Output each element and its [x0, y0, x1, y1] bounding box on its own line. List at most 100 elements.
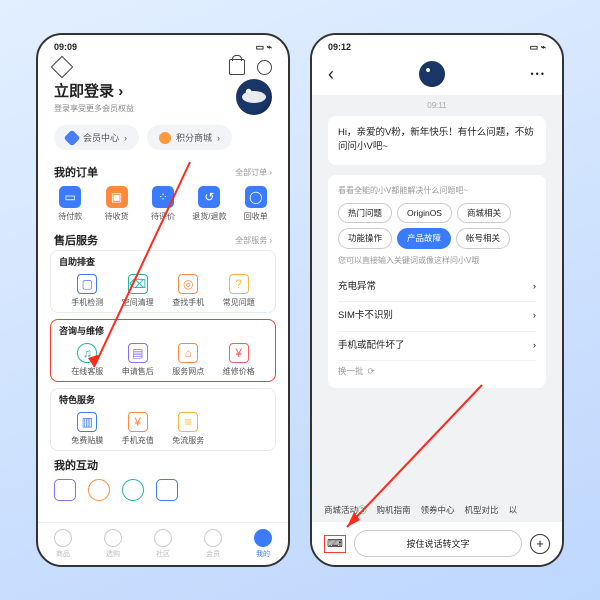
back-icon[interactable]: ‹ [328, 64, 334, 85]
box-icon: ▣ [106, 186, 128, 208]
tag-func[interactable]: 功能操作 [338, 228, 392, 249]
inter-1[interactable] [54, 479, 76, 501]
status-bar: 09:12 ▭ ⌁ [312, 35, 562, 53]
orders-title: 我的订单 [54, 164, 98, 180]
tag-mall[interactable]: 商城相关 [457, 203, 511, 224]
chat-header: ‹ ••• [312, 53, 562, 95]
grid-icon [104, 529, 122, 547]
svc-topup[interactable]: ¥手机充值 [114, 412, 163, 446]
section-inter: 我的互动 [38, 451, 288, 475]
phone-icon: ▢ [77, 274, 97, 294]
tab-me[interactable]: 我的 [238, 529, 288, 559]
voice-button[interactable]: 按住说话转文字 [354, 530, 522, 557]
status-right: ▭ ⌁ [530, 42, 546, 53]
tag-row: 热门问题 OriginOS 商城相关 功能操作 产品故障 帐号相关 [338, 203, 536, 250]
tab-buy[interactable]: 选购 [88, 529, 138, 559]
svc-faq[interactable]: ?常见问题 [215, 274, 264, 308]
topup-icon: ¥ [128, 412, 148, 432]
pill-points[interactable]: 积分商城› [147, 125, 232, 150]
location-icon: ⌂ [178, 343, 198, 363]
orders-more[interactable]: 全部订单 › [235, 167, 272, 178]
inter-2[interactable] [88, 479, 110, 501]
tab-shop[interactable]: 商品 [38, 529, 88, 559]
wallet-icon: ▭ [59, 186, 81, 208]
search-icon[interactable] [257, 60, 272, 75]
svc-apply[interactable]: ▤申请售后 [114, 343, 163, 377]
tab-member[interactable]: 会员 [188, 529, 238, 559]
chip-row: 商城活动② 购机指南 领券中心 机型对比 以 [312, 504, 562, 516]
chevron-right-icon: › [533, 280, 536, 294]
chat-icon: ⁘ [152, 186, 174, 208]
data-icon: ≡ [178, 412, 198, 432]
tab-community[interactable]: 社区 [138, 529, 188, 559]
box-consult: 咨询与维修 ♫在线客服 ▤申请售后 ⌂服务网点 ¥维修价格 [50, 319, 276, 382]
more-icon[interactable]: ••• [531, 69, 546, 79]
timestamp: 09:11 [312, 95, 562, 116]
form-icon: ▤ [128, 343, 148, 363]
refresh-button[interactable]: 换一批⟳ [338, 365, 536, 378]
chip-promo[interactable]: 商城活动② [324, 504, 367, 516]
chevron-right-icon: › [118, 83, 123, 100]
box-special-title: 特色服务 [59, 393, 273, 406]
keyboard-icon[interactable]: ⌨ [324, 535, 346, 553]
order-ship[interactable]: ▣待收货 [94, 186, 138, 222]
svc-price[interactable]: ¥维修价格 [215, 343, 264, 377]
inter-3[interactable] [122, 479, 144, 501]
svc-detect[interactable]: ▢手机检测 [63, 274, 112, 308]
sugg-sim[interactable]: SIM卡不识别› [338, 302, 536, 331]
coin-icon [159, 132, 171, 144]
order-review[interactable]: ⁘待评价 [141, 186, 185, 222]
avatar[interactable] [236, 79, 272, 115]
tag-account[interactable]: 帐号相关 [456, 228, 510, 249]
svc-clean[interactable]: ⌫空间清理 [114, 274, 163, 308]
bot-avatar [419, 61, 445, 87]
inter-4[interactable] [156, 479, 178, 501]
svc-store[interactable]: ⌂服务网点 [164, 343, 213, 377]
diamond-icon [64, 129, 81, 146]
bag-icon [54, 529, 72, 547]
question-icon: ? [229, 274, 249, 294]
sugg-charge[interactable]: 充电异常› [338, 273, 536, 302]
tip: 您可以直接输入关键词或像这样问小V哦 [338, 255, 536, 267]
cart-icon[interactable] [229, 59, 245, 75]
bubble-suggest: 看看全能的小V都能解决什么问题吧~ 热门问题 OriginOS 商城相关 功能操… [328, 175, 546, 388]
phone-left: 09:09 ▭ ⌁ 立即登录 › 登录享受更多会员权益 会员中心› 积分商城› … [36, 33, 290, 567]
svc-find[interactable]: ◎查找手机 [164, 274, 213, 308]
phone-right: 09:12 ▭ ⌁ ‹ ••• 09:11 Hi，亲爱的V粉，新年快乐！有什么问… [310, 33, 564, 567]
settings-icon[interactable] [51, 56, 74, 79]
chip-more[interactable]: 以 [509, 504, 518, 516]
inter-title: 我的互动 [54, 457, 98, 473]
order-recycle[interactable]: ◯回收单 [234, 186, 278, 222]
order-return[interactable]: ↺退货/退款 [187, 186, 231, 222]
inter-row [38, 475, 288, 501]
plus-icon[interactable]: + [530, 534, 550, 554]
login-subtitle: 登录享受更多会员权益 [54, 103, 134, 114]
svc-film[interactable]: ▥免费贴膜 [63, 412, 112, 446]
bubble-greeting: Hi，亲爱的V粉，新年快乐！有什么问题，不妨问问小V吧~ [328, 116, 546, 165]
headset-icon: ♫ [77, 343, 97, 363]
pill-member[interactable]: 会员中心› [54, 125, 139, 150]
price-icon: ¥ [229, 343, 249, 363]
film-icon: ▥ [77, 412, 97, 432]
tag-hot[interactable]: 热门问题 [338, 203, 392, 224]
sugg-broken[interactable]: 手机或配件坏了› [338, 332, 536, 361]
svc-flow[interactable]: ≡免流服务 [164, 412, 213, 446]
chip-compare[interactable]: 机型对比 [465, 504, 499, 516]
tag-origin[interactable]: OriginOS [397, 203, 452, 224]
status-bar: 09:09 ▭ ⌁ [38, 35, 288, 53]
tag-fault[interactable]: 产品故障 [397, 228, 451, 249]
refresh-icon: ⟳ [368, 365, 375, 378]
section-orders: 我的订单 全部订单 › [38, 158, 288, 182]
chevron-right-icon: › [533, 309, 536, 323]
after-more[interactable]: 全部服务 › [235, 235, 272, 246]
chevron-right-icon: › [533, 339, 536, 353]
login-block[interactable]: 立即登录 › 登录享受更多会员权益 [38, 77, 288, 117]
suggest-title: 看看全能的小V都能解决什么问题吧~ [338, 185, 536, 197]
chip-coupon[interactable]: 领券中心 [421, 504, 455, 516]
status-time: 09:12 [328, 42, 351, 53]
chip-guide[interactable]: 购机指南 [377, 504, 411, 516]
order-pay[interactable]: ▭待付款 [48, 186, 92, 222]
svc-online[interactable]: ♫在线客服 [63, 343, 112, 377]
orders-row: ▭待付款 ▣待收货 ⁘待评价 ↺退货/退款 ◯回收单 [38, 182, 288, 226]
return-icon: ↺ [198, 186, 220, 208]
